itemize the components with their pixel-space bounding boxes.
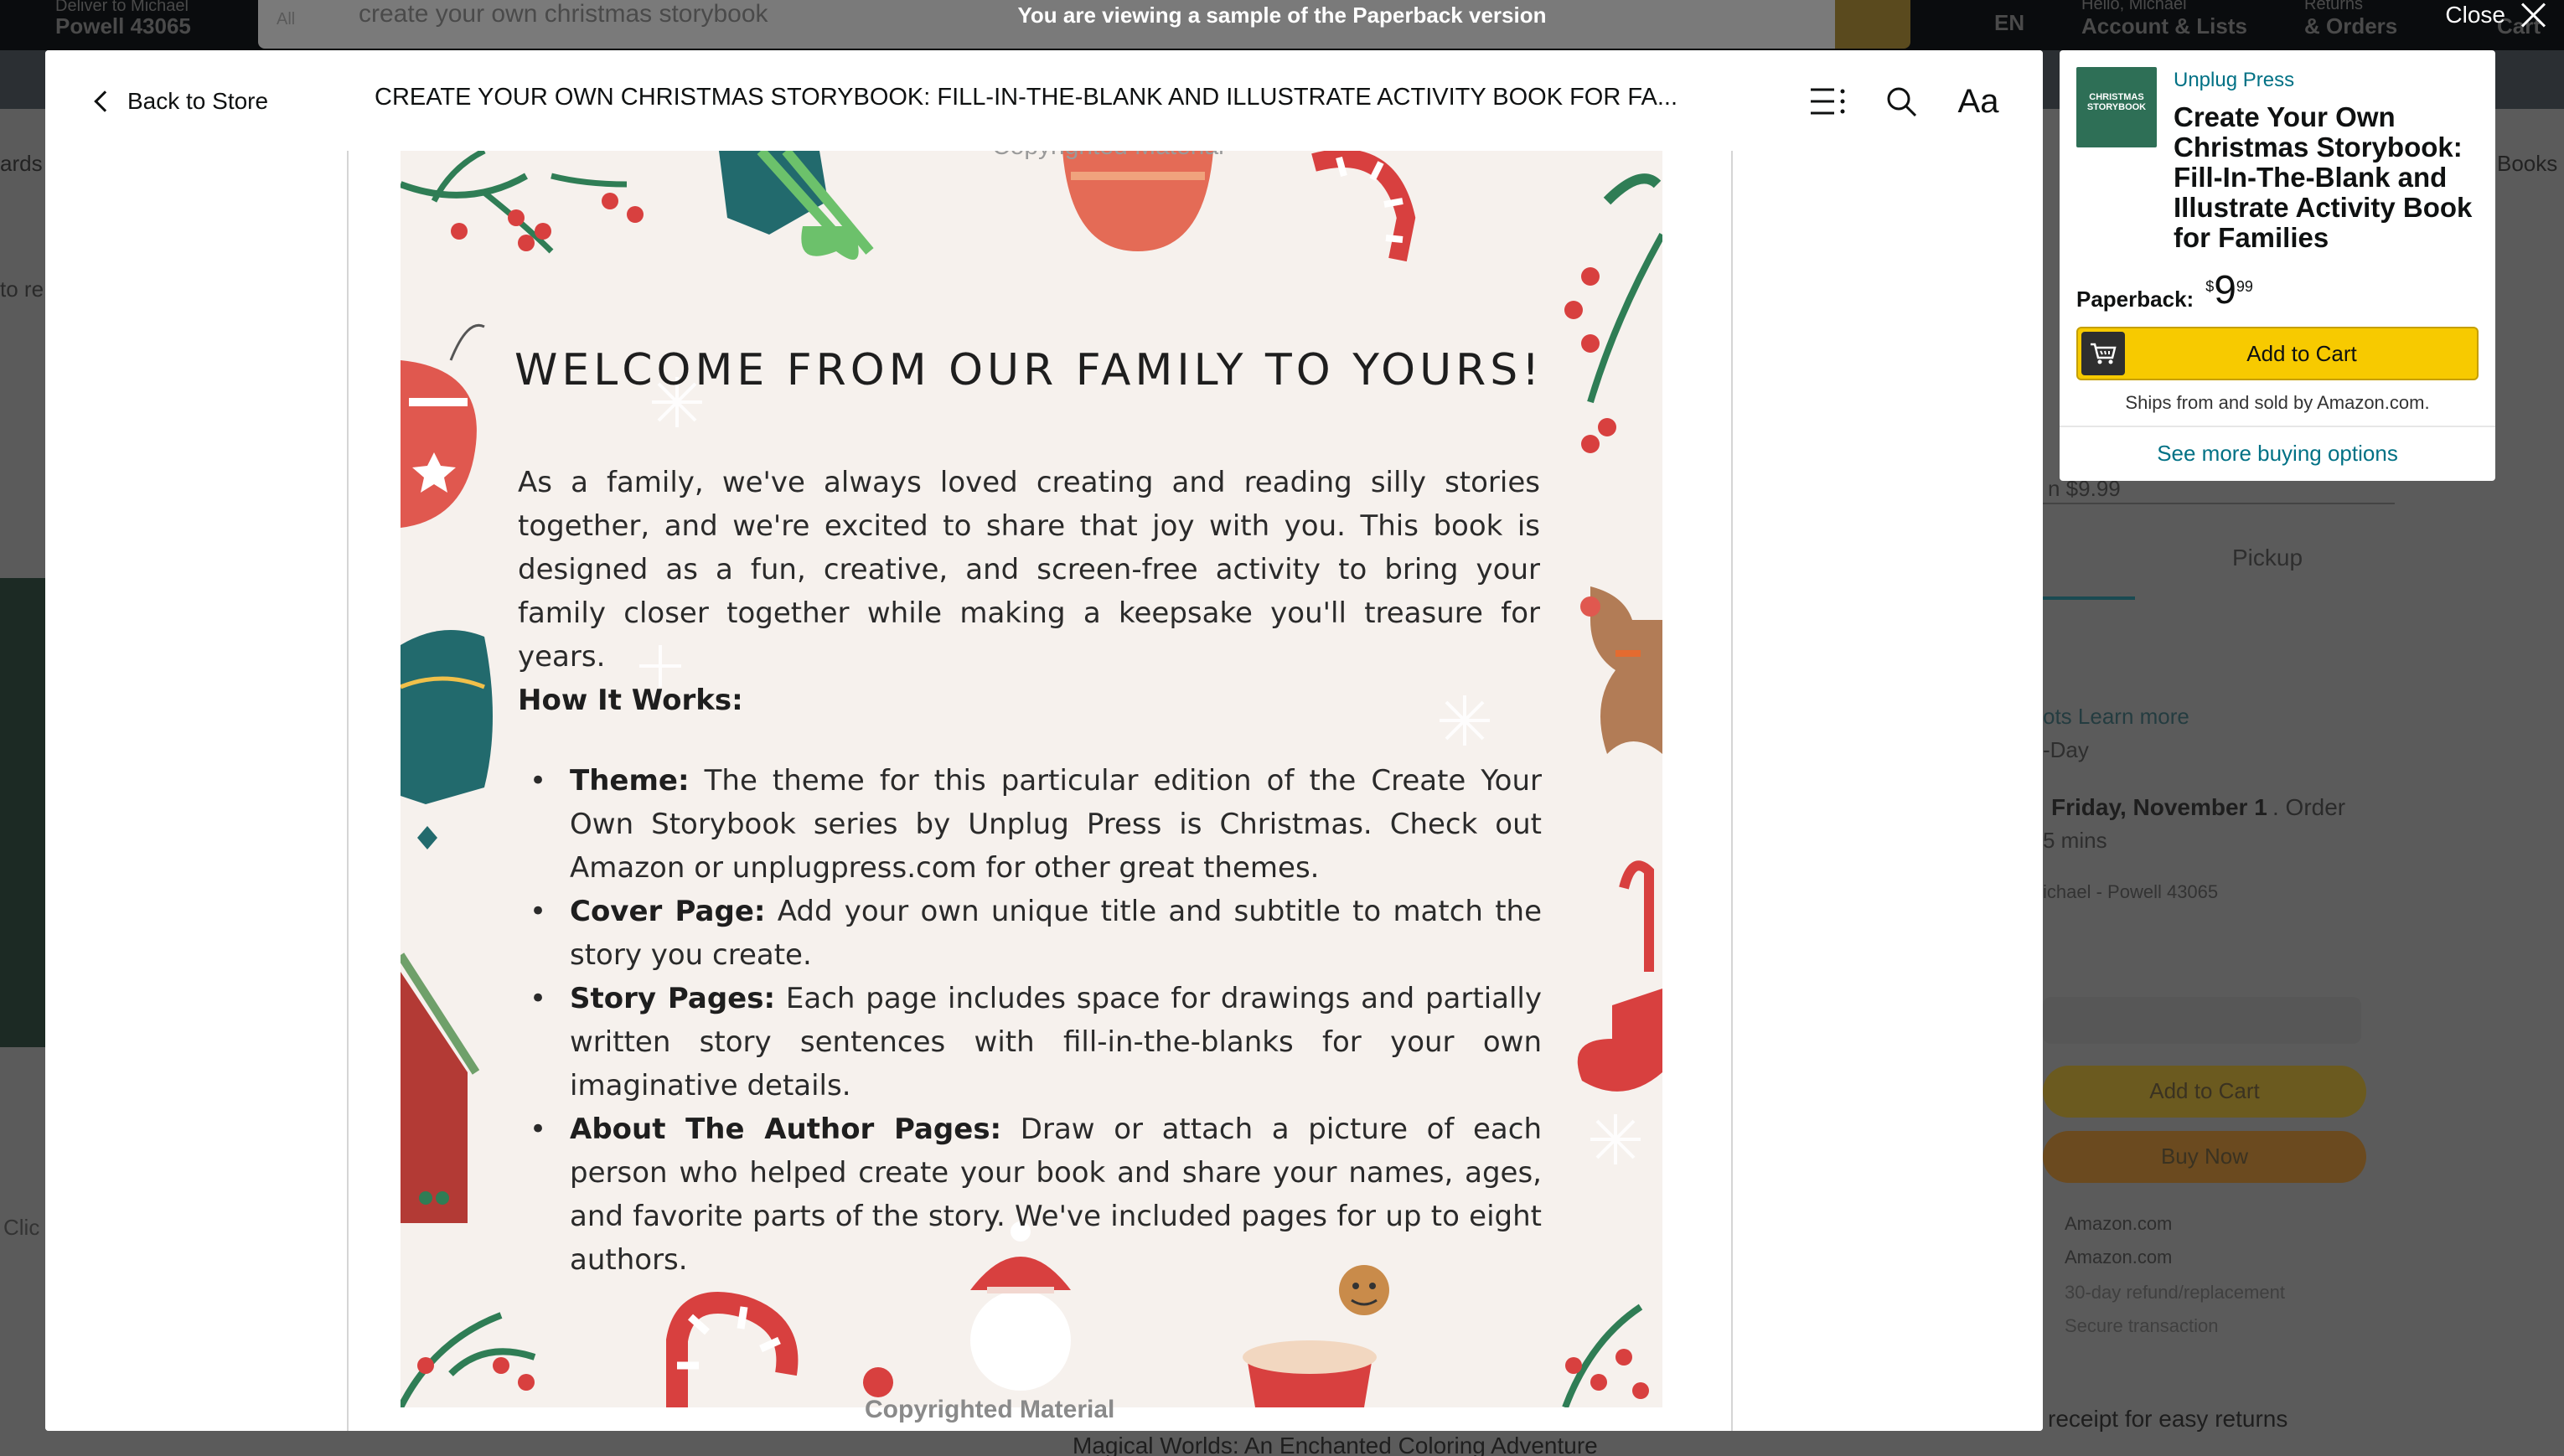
hot-cocoa-icon [1243,1265,1389,1407]
font-size-icon[interactable]: Aa [1956,79,2001,124]
cart-icon [2081,332,2125,375]
close-icon[interactable] [2519,1,2547,29]
tab-pickup: Pickup [2232,545,2303,571]
back-to-store-label: Back to Store [127,88,269,114]
format-label: Paperback: [2076,287,2194,312]
divider [2060,426,2495,427]
bullet-text: The theme for this particular edition of… [570,764,1542,885]
qty-select [2043,997,2361,1044]
learn-more: ots Learn more [2043,704,2189,729]
price-fraction: 99 [2236,278,2253,295]
add-to-cart-label: Add to Cart [2246,341,2357,366]
reindeer-icon [1580,586,1662,754]
copyright-watermark-top: Copyrighted Material [992,151,1224,161]
how-it-works-list: Theme: The theme for this particular edi… [518,759,1542,1282]
present-icon [719,151,874,260]
book-page: Copyrighted Material WELCOME FROM OUR FA… [347,151,1733,1431]
delivery-date: Friday, November 1 [2051,794,2267,820]
list-item: Story Pages: Each page includes space fo… [518,977,1542,1107]
reader-header: Back to Store CREATE YOUR OWN CHRISTMAS … [45,50,2043,151]
add-to-cart-button[interactable]: Add to Cart [2076,327,2479,380]
toc-icon[interactable] [1805,79,1850,124]
gingerbread-house-icon [401,953,480,1223]
sold-by: Amazon.com [2065,1247,2173,1268]
gift-receipt: receipt for easy returns [2048,1406,2288,1432]
page-viewport[interactable]: Copyrighted Material WELCOME FROM OUR FA… [45,151,2043,1431]
price-symbol: $ [2205,278,2215,295]
holly-branch-icon [401,1312,536,1407]
heart-icon [863,1367,893,1397]
candy-cane-icon [1311,151,1416,262]
subnav-left-clip: ards [0,151,43,176]
delivery-day: -Day [2043,737,2089,762]
candy-cane-icon [666,1292,799,1407]
holly-branch-icon [401,151,644,254]
page-heading: WELCOME FROM OUR FAMILY TO YOURS! [514,345,1544,395]
list-item: About The Author Pages: Draw or attach a… [518,1107,1542,1282]
back-to-store-button[interactable]: Back to Store [90,82,268,121]
delivery-order: . Order [2272,794,2346,820]
bullet-term: Cover Page: [570,895,766,928]
holly-branch-icon [1564,173,1662,453]
chevron-left-icon [94,90,116,112]
holly-branch-icon [1562,1304,1649,1407]
buy-box: CHRISTMAS STORYBOOK Unplug Press Create … [2060,50,2495,481]
deliver-address: ichael - Powell 43065 [2043,881,2219,902]
bullet-term: Theme: [570,764,690,798]
bullet-term: Story Pages: [570,982,776,1015]
copyright-watermark-bottom: Copyrighted Material [865,1396,1115,1423]
ships-note: Ships from and sold by Amazon.com. [2125,392,2430,413]
divider [2043,503,2395,504]
active-tab-indicator [2043,596,2135,600]
list-item: Theme: The theme for this particular edi… [518,759,1542,890]
subnav-right-clip: Books [2497,151,2558,176]
bg-add-to-cart: Add to Cart [2043,1066,2366,1118]
ornament-icon [401,324,485,528]
book-preview-reader: Back to Store CREATE YOUR OWN CHRISTMAS … [45,50,2043,1431]
intro-paragraph: As a family, we've always loved creating… [518,466,1540,674]
product-title: Create Your Own Christmas Storybook: Fil… [2174,101,2473,253]
left-clip-text: to re [0,276,44,302]
how-it-works-heading: How It Works: [518,684,743,717]
click-clip: Clic [3,1215,40,1240]
promo-strip [0,578,45,1047]
stocking-icon [1577,860,1662,1092]
price: $ 9 99 [2205,270,2253,312]
sample-banner: You are viewing a sample of the Paperbac… [1017,3,1547,28]
returns-policy: 30-day refund/replacement [2065,1282,2285,1303]
publisher-link[interactable]: Unplug Press [2174,69,2294,92]
related-title: Magical Worlds: An Enchanted Coloring Ad… [1073,1433,1598,1456]
page-content: Copyrighted Material WELCOME FROM OUR FA… [401,151,1662,1407]
search-icon[interactable] [1879,79,1924,124]
price-whole: 9 [2214,268,2236,312]
close-button[interactable]: Close [2445,0,2547,30]
mitten-icon [401,630,493,849]
list-item: Cover Page: Add your own unique title an… [518,890,1542,977]
reader-book-title: CREATE YOUR OWN CHRISTMAS STORYBOOK: FIL… [375,84,1677,111]
format-price-row: Paperback: $ 9 99 [2076,270,2253,312]
book-cover-thumbnail[interactable]: CHRISTMAS STORYBOOK [2076,67,2157,147]
bullet-term: About The Author Pages: [570,1113,1002,1146]
payment: Secure transaction [2065,1315,2219,1336]
bg-buy-now: Buy Now [2043,1131,2366,1183]
ships-from: Amazon.com [2065,1213,2173,1234]
delivery-mins: 5 mins [2043,828,2107,853]
ornament-icon [1062,151,1213,251]
close-label: Close [2445,2,2505,28]
cover-title-text: CHRISTMAS STORYBOOK [2086,92,2147,112]
more-buying-options-link[interactable]: See more buying options [2060,441,2495,467]
